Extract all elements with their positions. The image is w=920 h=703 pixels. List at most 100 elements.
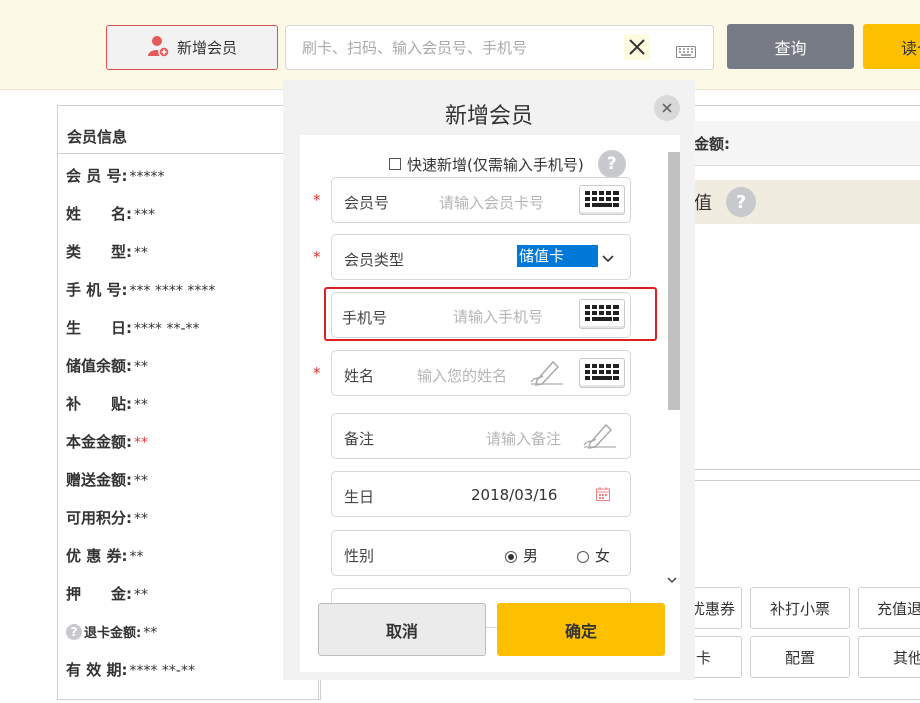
member-info-title: 会员信息 — [58, 106, 320, 154]
member-info-value: **** **-** — [134, 321, 200, 337]
member-type-value[interactable]: 储值卡 — [517, 245, 598, 267]
required-mark: * — [313, 191, 321, 209]
add-member-label: 新增会员 — [176, 39, 237, 57]
member-info-row: 储值余额: ** — [66, 355, 148, 376]
clear-icon[interactable] — [624, 34, 650, 60]
member-info-label: 生 日: — [66, 319, 132, 337]
field-label: 会员类型 — [344, 251, 405, 269]
member-info-value: ***** — [129, 169, 165, 185]
field-label: 备注 — [344, 430, 375, 448]
member-info-row: 押 金: ** — [66, 583, 148, 604]
card-number-field[interactable]: 会员号 请输入会员卡号 — [331, 177, 631, 223]
member-info-row: 会 员 号: ***** — [66, 165, 164, 186]
member-info-label: 本金金额: — [66, 433, 132, 451]
scroll-down-icon[interactable] — [667, 574, 677, 587]
birthday-field[interactable]: 生日 2018/03/16 — [331, 471, 631, 517]
reprint-receipt-button[interactable]: 补打小票 — [750, 587, 850, 629]
member-info-value: ** — [143, 625, 158, 641]
balance-hint: 值 ? — [694, 180, 920, 224]
chevron-down-icon[interactable] — [602, 249, 614, 267]
phone-highlight — [324, 287, 657, 341]
member-info-row: 手 机 号: *** **** **** — [66, 279, 215, 300]
name-field[interactable]: 姓名 输入您的姓名 — [331, 350, 631, 396]
keyboard-icon[interactable] — [676, 44, 696, 62]
member-info-value: **** **-** — [129, 663, 195, 679]
member-info-value: ** — [134, 511, 148, 527]
member-info-value: ** — [134, 359, 148, 375]
read-card-button[interactable]: 读卡 — [863, 24, 920, 69]
gender-female-option[interactable]: 女 — [577, 545, 610, 566]
gender-male-option[interactable]: 男 — [505, 545, 538, 566]
member-info-row: 可用积分: ** — [66, 507, 148, 528]
cancel-button[interactable]: 取消 — [318, 603, 486, 656]
add-user-icon — [147, 34, 170, 62]
radio-male[interactable] — [505, 550, 517, 563]
member-info-row: ? 退卡金额: ** — [66, 622, 157, 641]
help-icon[interactable]: ? — [597, 150, 626, 178]
help-icon[interactable]: ? — [726, 187, 756, 217]
member-info-row: 赠送金额: ** — [66, 469, 148, 490]
add-member-button[interactable]: 新增会员 — [106, 25, 278, 70]
close-icon[interactable] — [654, 95, 680, 121]
member-info-label: 储值余额: — [66, 357, 132, 375]
member-info-value: ** — [134, 245, 148, 261]
member-info-label: 有 效 期: — [66, 661, 128, 679]
dialog-form: 快速新增(仅需输入手机号) ? * 会员号 请输入会员卡号 * 会员类型 储值卡… — [300, 135, 680, 672]
query-button[interactable]: 查询 — [727, 24, 854, 69]
handwriting-icon[interactable] — [529, 358, 565, 392]
member-info-label: 押 金: — [66, 585, 132, 603]
handwriting-icon[interactable] — [582, 421, 618, 455]
amount-header: 金额: — [694, 121, 920, 166]
member-info-value: ** — [134, 397, 148, 413]
quick-add-checkbox[interactable] — [389, 158, 401, 170]
add-member-dialog: 新增会员 快速新增(仅需输入手机号) ? * 会员号 请输入会员卡号 * 会员类… — [283, 80, 695, 680]
amount-label: 金额: — [694, 135, 730, 153]
member-info-label: 赠送金额: — [66, 471, 132, 489]
member-info-label: 会 员 号: — [66, 167, 128, 185]
field-label: 姓名 — [344, 367, 375, 385]
member-info-row: 生 日: **** **-** — [66, 317, 200, 338]
keyboard-icon[interactable] — [579, 358, 625, 388]
keyboard-icon[interactable] — [579, 185, 625, 215]
top-toolbar: 新增会员 查询 读卡 — [0, 0, 920, 90]
required-mark: * — [313, 248, 321, 266]
confirm-button[interactable]: 确定 — [497, 603, 665, 656]
member-info-value: ** — [134, 435, 148, 451]
search-input[interactable] — [286, 26, 616, 69]
other-button[interactable]: 其他 — [858, 636, 920, 678]
member-info-row: 优 惠 券: ** — [66, 545, 143, 566]
member-info-value: ** — [134, 587, 148, 603]
member-type-select[interactable]: 会员类型 储值卡 — [331, 234, 631, 280]
field-label: 会员号 — [344, 194, 390, 212]
member-info-value: ** — [129, 549, 144, 565]
hint-text: 值 — [694, 193, 712, 214]
help-icon[interactable]: ? — [66, 623, 82, 640]
quick-add-label: 快速新增(仅需输入手机号) — [407, 155, 584, 174]
name-input[interactable]: 输入您的姓名 — [417, 365, 507, 386]
member-info-value: ** — [134, 473, 148, 489]
search-box — [285, 25, 714, 70]
field-label: 性别 — [344, 547, 375, 565]
member-info-label: 补 贴: — [66, 395, 132, 413]
config-button[interactable]: 配置 — [750, 636, 850, 678]
scrollbar-thumb[interactable] — [668, 152, 680, 410]
member-info-label: 可用积分: — [66, 509, 132, 527]
member-info-value: *** **** **** — [129, 283, 216, 299]
dialog-title: 新增会员 — [444, 104, 533, 129]
member-info-value: *** — [134, 207, 155, 223]
member-info-row: 补 贴: ** — [66, 393, 148, 414]
recharge-refund-button[interactable]: 充值退 — [858, 587, 920, 629]
member-info-label: 优 惠 券: — [66, 547, 128, 565]
remark-input[interactable]: 请输入备注 — [486, 428, 561, 449]
member-info-row: 类 型: ** — [66, 241, 148, 262]
birthday-value[interactable]: 2018/03/16 — [471, 486, 557, 504]
member-info-label: 姓 名: — [66, 205, 132, 223]
quick-add-option[interactable]: 快速新增(仅需输入手机号) ? — [389, 150, 626, 178]
card-number-input[interactable]: 请输入会员卡号 — [439, 192, 544, 213]
gender-field: 性别 男 女 — [331, 530, 631, 576]
remark-field[interactable]: 备注 请输入备注 — [331, 413, 631, 459]
member-info-row: 有 效 期: **** **-** — [66, 659, 195, 680]
radio-female[interactable] — [577, 550, 589, 563]
required-mark: * — [313, 364, 321, 382]
calendar-icon[interactable] — [596, 487, 610, 505]
